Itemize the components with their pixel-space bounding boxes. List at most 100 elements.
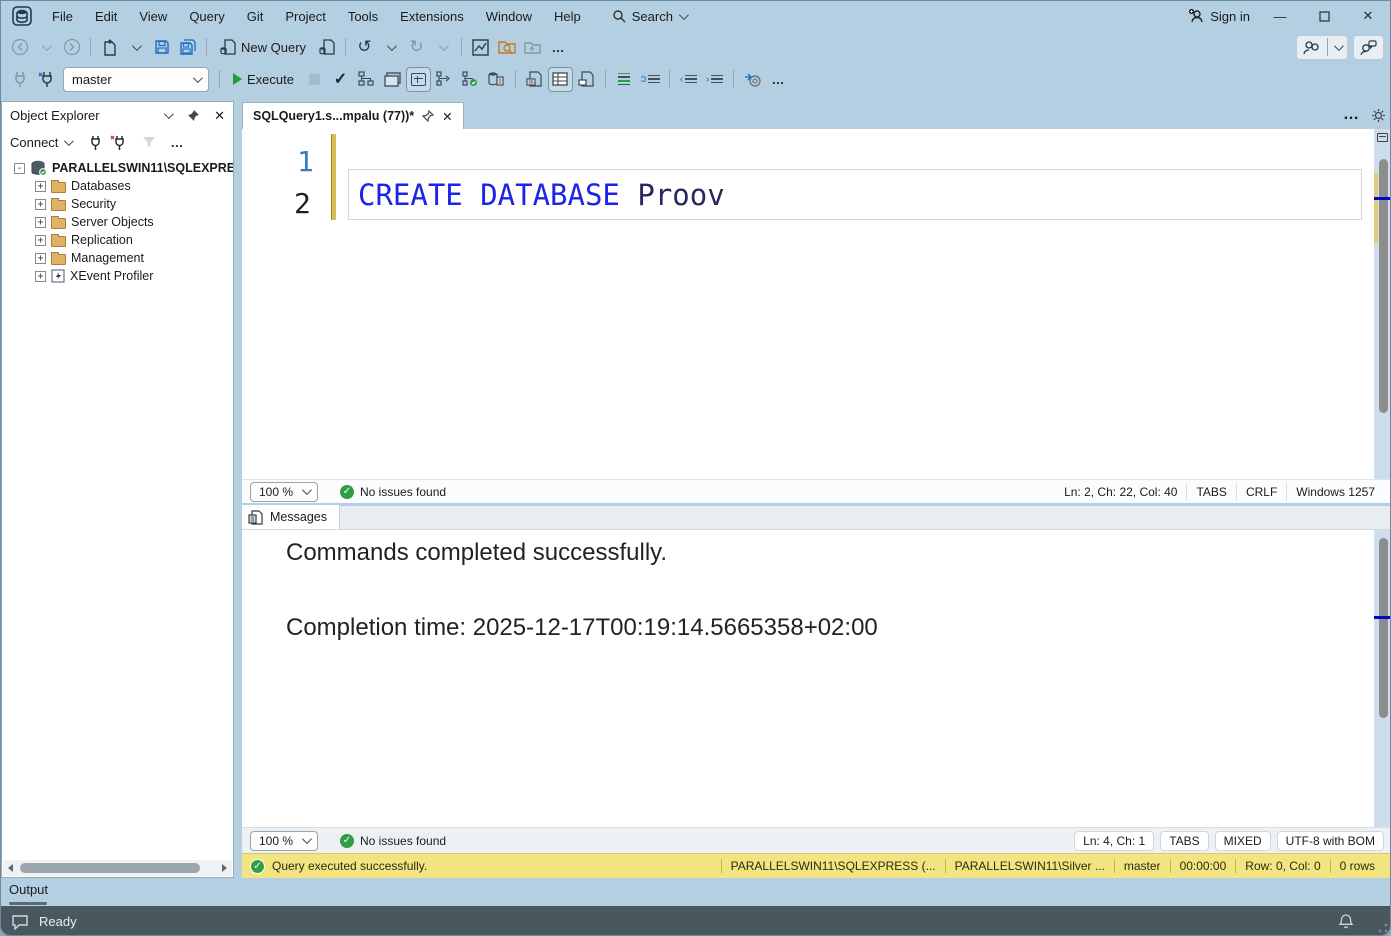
editor-encoding-indicator[interactable]: Windows 1257 [1286,483,1384,501]
oe-overflow[interactable]: … [170,135,184,150]
expand-icon[interactable]: + [35,235,46,246]
include-actual-plan-icon[interactable] [432,67,457,92]
live-share-button[interactable] [1296,35,1348,60]
results-to-text-icon[interactable] [522,67,547,92]
messages-vscroll-thumb[interactable] [1379,538,1388,718]
tree-item-xevent-profiler[interactable]: + XEvent Profiler [2,267,233,285]
gear-icon[interactable] [1371,108,1386,123]
menu-edit[interactable]: Edit [84,4,128,29]
connect-icon[interactable] [7,67,32,92]
feedback-button[interactable] [1353,35,1384,60]
tabstrip-overflow[interactable]: … [1343,106,1359,124]
oe-disconnect-icon[interactable] [110,135,126,150]
scroll-right-icon[interactable] [222,864,227,872]
messages-vscrollbar[interactable] [1374,530,1391,827]
editor-caret-position[interactable]: Ln: 2, Ch: 22, Col: 40 [1055,483,1186,501]
filter-icon[interactable] [142,136,156,149]
menu-view[interactable]: View [128,4,178,29]
execute-button[interactable]: Execute [226,66,301,92]
new-file-chevron[interactable] [123,35,148,60]
messages-panel[interactable]: Commands completed successfully. Complet… [242,530,1391,827]
current-statement-box[interactable]: CREATE DATABASE Proov [348,169,1362,220]
search-control[interactable]: Search [604,5,694,28]
scroll-left-icon[interactable] [8,864,13,872]
change-connection-icon[interactable] [33,67,58,92]
sign-in-button[interactable]: Sign in [1180,4,1258,28]
menu-git[interactable]: Git [236,4,275,29]
bell-icon[interactable] [1338,913,1354,930]
redo-chevron[interactable] [430,35,455,60]
panel-splitter[interactable] [234,101,242,878]
messages-zoom-dropdown[interactable]: 100 % [250,831,318,851]
save-all-icon[interactable] [175,35,200,60]
object-explorer-hscrollbar[interactable] [3,860,232,876]
editor-vscrollbar[interactable] [1374,129,1391,479]
menu-query[interactable]: Query [178,4,235,29]
expand-icon[interactable]: + [35,271,46,282]
undo-chevron[interactable] [378,35,403,60]
expand-icon[interactable]: + [35,253,46,264]
pin-icon[interactable] [187,109,200,122]
menu-tools[interactable]: Tools [337,4,389,29]
query-document-tab[interactable]: SQLQuery1.s...mpalu (77))* ✕ [242,102,464,129]
estimated-plan-icon[interactable] [354,67,379,92]
find-in-files-icon[interactable] [494,35,519,60]
split-handle-icon[interactable] [1377,133,1388,142]
tree-item-management[interactable]: + Management [2,249,233,267]
activity-monitor-icon[interactable] [468,35,493,60]
open-query-icon[interactable] [314,35,339,60]
expand-icon[interactable]: + [35,217,46,228]
navigate-back-icon[interactable] [7,35,32,60]
live-query-stats-icon[interactable] [458,67,483,92]
navigate-forward-icon[interactable] [59,35,84,60]
editor-eol-indicator[interactable]: CRLF [1236,483,1286,501]
expand-icon[interactable]: + [35,181,46,192]
menu-extensions[interactable]: Extensions [389,4,475,29]
results-to-file-icon[interactable] [574,67,599,92]
editor-health[interactable]: ✓ No issues found [340,485,446,499]
increase-indent-icon[interactable]: › [702,67,727,92]
connect-dropdown[interactable]: Connect [10,135,71,150]
close-button[interactable]: ✕ [1346,1,1390,31]
parse-icon[interactable]: ✓ [328,67,353,92]
messages-health[interactable]: ✓ No issues found [340,834,446,848]
redo-icon[interactable]: ↻ [404,35,429,60]
menu-help[interactable]: Help [543,4,592,29]
tree-item-server[interactable]: - PARALLELSWIN11\SQLEXPRESS (SQ [2,159,233,177]
uncomment-icon[interactable]: ↄ [638,67,663,92]
tree-item-server-objects[interactable]: + Server Objects [2,213,233,231]
client-statistics-icon[interactable] [484,67,509,92]
oe-connect-icon[interactable] [89,135,102,150]
editor-tabs-indicator[interactable]: TABS [1186,483,1235,501]
decrease-indent-icon[interactable]: ‹ [676,67,701,92]
toolbar2-overflow[interactable]: … [766,67,791,92]
hscroll-thumb[interactable] [20,863,200,873]
editor-zoom-dropdown[interactable]: 100 % [250,482,318,502]
tab-close-icon[interactable]: ✕ [442,109,452,124]
sql-editor[interactable]: 1 2 CREATE DATABASE Proov [242,129,1391,479]
intellisense-enabled-icon[interactable] [406,67,431,92]
minimize-button[interactable]: — [1258,1,1302,31]
tab-pin-icon[interactable] [422,110,434,122]
expand-icon[interactable]: + [35,199,46,210]
messages-tabs-indicator[interactable]: TABS [1160,831,1208,851]
tree-item-replication[interactable]: + Replication [2,231,233,249]
tree-item-databases[interactable]: + Databases [2,177,233,195]
deploy-icon[interactable] [520,35,545,60]
menu-file[interactable]: File [41,4,84,29]
cancel-query-icon[interactable] [302,67,327,92]
undo-icon[interactable]: ↺ [352,35,377,60]
object-explorer-chevron[interactable] [164,109,174,119]
messages-tab[interactable]: Messages [242,505,340,529]
new-query-button[interactable]: New Query [213,34,313,60]
template-parameters-icon[interactable] [740,67,765,92]
messages-encoding-indicator[interactable]: UTF-8 with BOM [1277,831,1384,851]
collapse-icon[interactable]: - [14,163,25,174]
messages-caret-position[interactable]: Ln: 4, Ch: 1 [1074,831,1154,851]
results-to-grid-icon[interactable] [548,67,573,92]
maximize-button[interactable] [1302,1,1346,31]
close-panel-icon[interactable]: ✕ [214,108,225,124]
navigate-back-chevron[interactable] [33,35,58,60]
menu-window[interactable]: Window [475,4,543,29]
menu-project[interactable]: Project [274,4,336,29]
